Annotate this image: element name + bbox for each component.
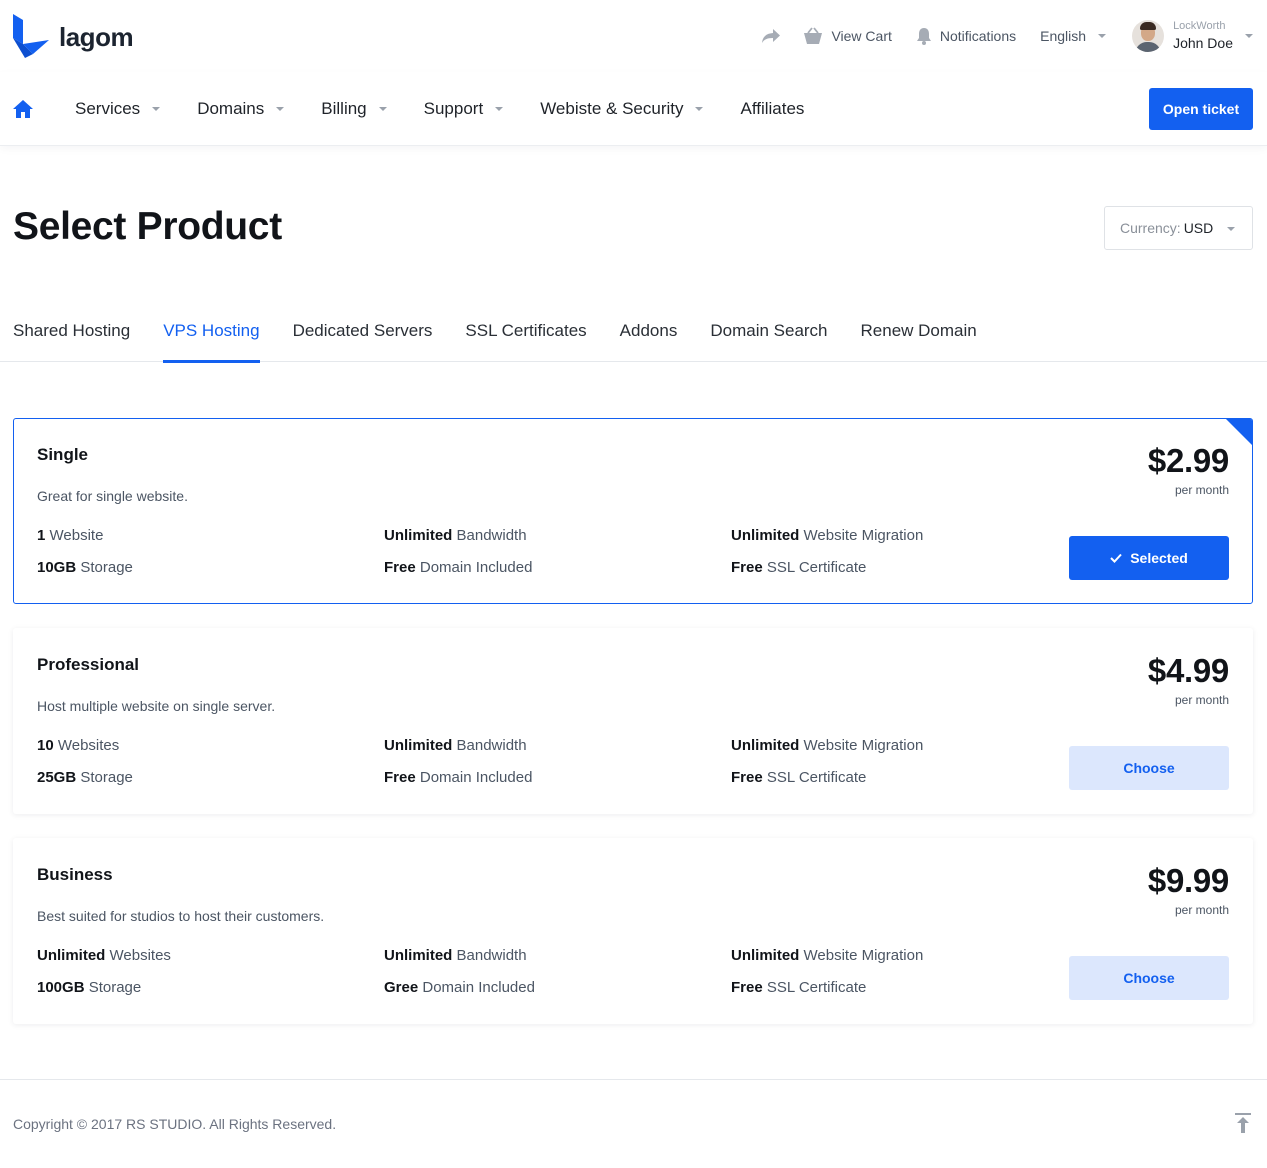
nav-item-billing[interactable]: Billing bbox=[321, 99, 387, 119]
tab-shared-hosting[interactable]: Shared Hosting bbox=[13, 300, 130, 362]
nav-item-affiliates[interactable]: Affiliates bbox=[740, 99, 804, 119]
chevron-down-icon bbox=[378, 107, 387, 111]
product-description: Great for single website. bbox=[37, 488, 188, 504]
product-feature: Free SSL Certificate bbox=[731, 979, 867, 996]
product-feature: Unlimited Website Migration bbox=[731, 527, 924, 544]
chevron-down-icon bbox=[495, 107, 504, 111]
bell-icon bbox=[916, 28, 931, 45]
product-name: Single bbox=[37, 445, 89, 464]
avatar bbox=[1132, 20, 1165, 52]
nav-item-label: Affiliates bbox=[740, 99, 805, 118]
price-period: per month bbox=[1174, 483, 1229, 497]
tab-vps-hosting[interactable]: VPS Hosting bbox=[163, 300, 260, 363]
chevron-down-icon bbox=[276, 107, 285, 111]
page-title: Select Product bbox=[13, 205, 282, 248]
nav-item-website-security[interactable]: Webiste & Security bbox=[540, 99, 704, 119]
nav-item-label: Billing bbox=[321, 99, 367, 118]
price-period: per month bbox=[1174, 903, 1229, 917]
tab-ssl-certificates[interactable]: SSL Certificates bbox=[465, 300, 586, 362]
product-feature: 100GB Storage bbox=[37, 979, 142, 996]
back-to-top-button[interactable] bbox=[1234, 1113, 1252, 1138]
product-feature: Unlimited Bandwidth bbox=[384, 527, 527, 544]
product-feature: Gree Domain Included bbox=[384, 979, 535, 996]
product-price: $9.99 bbox=[1147, 862, 1229, 899]
user-name: John Doe bbox=[1173, 35, 1233, 52]
selected-button[interactable]: Selected bbox=[1069, 536, 1229, 580]
product-feature: Free Domain Included bbox=[384, 559, 533, 576]
product-feature: Unlimited Website Migration bbox=[731, 947, 924, 964]
chevron-down-icon bbox=[1245, 34, 1253, 38]
nav-item-domains[interactable]: Domains bbox=[197, 99, 285, 119]
chevron-down-icon bbox=[1227, 227, 1235, 231]
currency-value: USD bbox=[1183, 220, 1214, 236]
language-selector[interactable]: English bbox=[1040, 28, 1107, 44]
product-feature: Free SSL Certificate bbox=[731, 559, 867, 576]
nav-item-services[interactable]: Services bbox=[75, 99, 161, 119]
product-name: Business bbox=[37, 865, 113, 884]
nav-item-support[interactable]: Support bbox=[424, 99, 504, 119]
chevron-down-icon bbox=[1098, 34, 1107, 38]
arrow-up-to-top-icon bbox=[1235, 1113, 1251, 1133]
product-card-business[interactable]: Business Best suited for studios to host… bbox=[13, 838, 1253, 1024]
product-feature: Free Domain Included bbox=[384, 769, 533, 786]
view-cart-button[interactable]: View Cart bbox=[803, 27, 892, 45]
currency-select[interactable]: Currency: USD bbox=[1104, 206, 1253, 250]
chevron-down-icon bbox=[152, 107, 161, 111]
tab-dedicated-servers[interactable]: Dedicated Servers bbox=[293, 300, 433, 362]
tab-renew-domain[interactable]: Renew Domain bbox=[861, 300, 977, 362]
brand-logo[interactable]: lagom bbox=[13, 14, 134, 58]
nav-item-label: Webiste & Security bbox=[540, 99, 684, 118]
home-button[interactable] bbox=[13, 100, 33, 123]
product-description: Best suited for studios to host their cu… bbox=[37, 908, 325, 924]
tab-domain-search[interactable]: Domain Search bbox=[710, 300, 827, 362]
choose-button[interactable]: Choose bbox=[1069, 956, 1229, 1000]
currency-label: Currency: bbox=[1120, 220, 1181, 236]
product-feature: 10GB Storage bbox=[37, 559, 133, 576]
product-category-tabs: Shared Hosting VPS Hosting Dedicated Ser… bbox=[0, 300, 1267, 363]
notifications-label: Notifications bbox=[939, 28, 1017, 44]
user-company: LockWorth bbox=[1173, 20, 1226, 32]
product-name: Professional bbox=[37, 655, 140, 674]
button-label: Selected bbox=[1130, 550, 1188, 566]
product-card-professional[interactable]: Professional Host multiple website on si… bbox=[13, 628, 1253, 814]
chevron-down-icon bbox=[695, 107, 704, 111]
footer: Copyright © 2017 RS STUDIO. All Rights R… bbox=[0, 1079, 1267, 1168]
product-feature: Unlimited Bandwidth bbox=[384, 947, 527, 964]
share-button[interactable] bbox=[761, 28, 781, 44]
product-feature: Unlimited Bandwidth bbox=[384, 737, 527, 754]
price-period: per month bbox=[1174, 693, 1229, 707]
nav-item-label: Domains bbox=[197, 99, 265, 118]
product-feature: 25GB Storage bbox=[37, 769, 133, 786]
product-feature: 1 Website bbox=[37, 527, 104, 544]
user-menu[interactable]: LockWorth John Doe bbox=[1132, 20, 1253, 52]
brand-name: lagom bbox=[59, 21, 134, 52]
lagom-logo-icon bbox=[13, 14, 49, 58]
product-feature: 10 Websites bbox=[37, 737, 120, 754]
open-ticket-button[interactable]: Open ticket bbox=[1149, 88, 1253, 130]
nav-item-label: Services bbox=[75, 99, 141, 118]
share-arrow-icon bbox=[762, 29, 781, 43]
view-cart-label: View Cart bbox=[831, 28, 892, 44]
main-navigation: Services Domains Billing Support Webiste… bbox=[0, 72, 1267, 146]
cart-basket-icon bbox=[804, 27, 823, 44]
product-feature: Unlimited Website Migration bbox=[731, 737, 924, 754]
product-price: $4.99 bbox=[1147, 652, 1229, 689]
selected-corner-marker bbox=[1225, 419, 1252, 446]
home-icon bbox=[13, 100, 33, 118]
product-feature: Free SSL Certificate bbox=[731, 769, 867, 786]
top-bar: lagom View Cart Notifications English Lo… bbox=[0, 0, 1267, 72]
product-price: $2.99 bbox=[1147, 442, 1229, 479]
nav-item-label: Support bbox=[423, 99, 484, 118]
product-card-single[interactable]: Single Great for single website. 1 Websi… bbox=[13, 418, 1253, 604]
product-feature: Unlimited Websites bbox=[37, 947, 171, 964]
tab-addons[interactable]: Addons bbox=[620, 300, 678, 362]
choose-button[interactable]: Choose bbox=[1069, 746, 1229, 790]
language-label: English bbox=[1040, 28, 1087, 44]
product-description: Host multiple website on single server. bbox=[37, 698, 276, 714]
copyright-text: Copyright © 2017 RS STUDIO. All Rights R… bbox=[13, 1116, 337, 1132]
notifications-button[interactable]: Notifications bbox=[916, 27, 1016, 45]
checkmark-icon bbox=[1110, 553, 1122, 563]
